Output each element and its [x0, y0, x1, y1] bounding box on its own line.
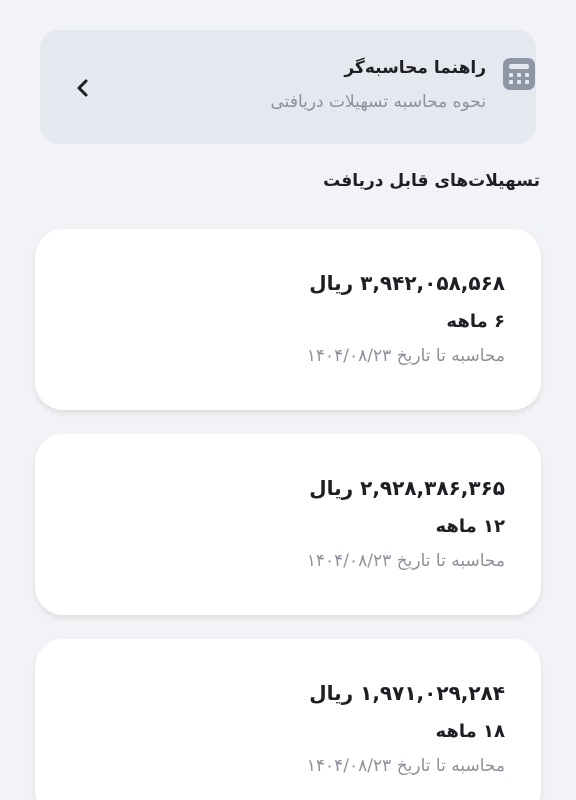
facility-calculation-date: محاسبه تا تاریخ ۱۴۰۴/۰۸/۲۳: [306, 551, 505, 571]
facility-card[interactable]: ۳,۹۴۲,۰۵۸,۵۶۸ ریال ۶ ماهه محاسبه تا تاری…: [35, 229, 541, 410]
calculator-guide-card[interactable]: [40, 30, 536, 144]
page: راهنما محاسبه‌گر نحوه محاسبه تسهیلات دری…: [0, 0, 576, 800]
calculator-icon: [503, 58, 535, 90]
section-title: تسهیلات‌های قابل دریافت: [323, 171, 540, 191]
facility-card[interactable]: ۱,۹۷۱,۰۲۹,۲۸۴ ریال ۱۸ ماهه محاسبه تا تار…: [35, 639, 541, 800]
chevron-left-icon[interactable]: [72, 73, 94, 103]
guide-subtitle: نحوه محاسبه تسهیلات دریافتی: [270, 92, 486, 112]
facility-calculation-date: محاسبه تا تاریخ ۱۴۰۴/۰۸/۲۳: [306, 346, 505, 366]
facility-amount: ۲,۹۲۸,۳۸۶,۳۶۵ ریال: [309, 476, 505, 500]
guide-title: راهنما محاسبه‌گر: [344, 58, 486, 78]
facility-term: ۱۸ ماهه: [435, 721, 505, 742]
facility-calculation-date: محاسبه تا تاریخ ۱۴۰۴/۰۸/۲۳: [306, 756, 505, 776]
facility-amount: ۱,۹۷۱,۰۲۹,۲۸۴ ریال: [309, 681, 505, 705]
facility-term: ۱۲ ماهه: [435, 516, 505, 537]
facility-card[interactable]: ۲,۹۲۸,۳۸۶,۳۶۵ ریال ۱۲ ماهه محاسبه تا تار…: [35, 434, 541, 615]
facility-term: ۶ ماهه: [446, 311, 505, 332]
facility-amount: ۳,۹۴۲,۰۵۸,۵۶۸ ریال: [309, 271, 505, 295]
